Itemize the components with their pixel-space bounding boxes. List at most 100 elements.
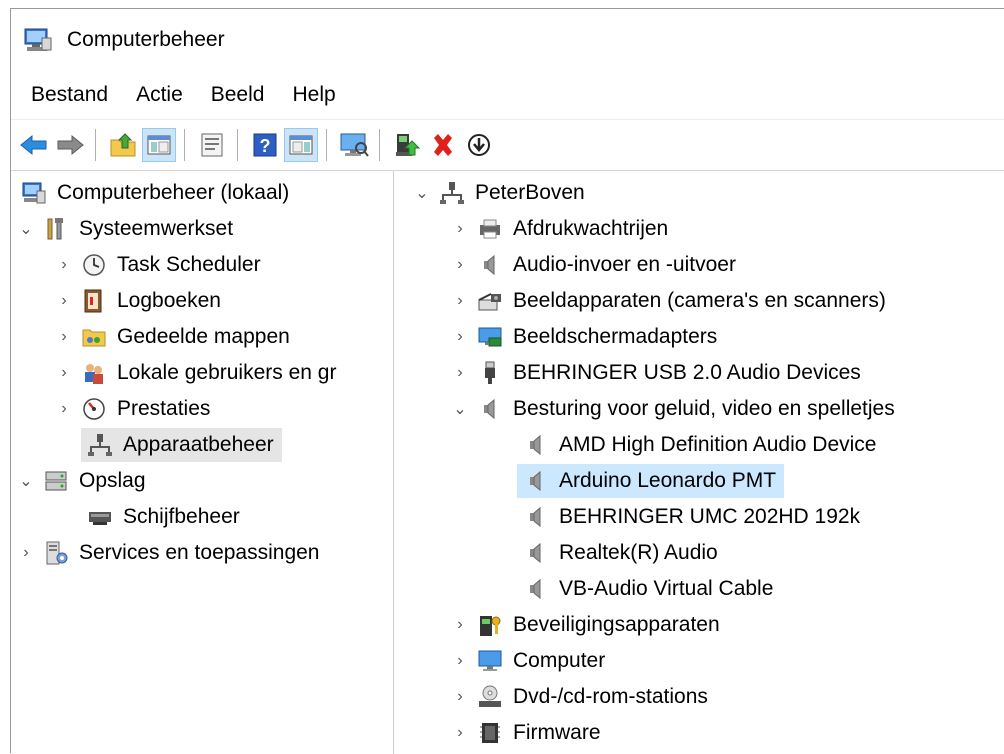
tree-item-label: PeterBoven xyxy=(475,181,585,204)
tree-item-label: Prestaties xyxy=(117,397,211,420)
tree-item-label: Lokale gebruikers en gr xyxy=(117,361,337,384)
toolbar-separator xyxy=(237,129,238,161)
computer-management-icon xyxy=(22,182,46,204)
chevron-right-icon[interactable]: › xyxy=(451,724,469,742)
tree-item-label: Besturing voor geluid, video en spelletj… xyxy=(513,397,895,420)
tree-item-label: Task Scheduler xyxy=(117,253,261,276)
device-category-afdrukwachtrijen[interactable]: › Afdrukwachtrijen xyxy=(451,212,672,246)
selection-highlight: Apparaatbeheer xyxy=(81,428,282,462)
tree-item-schijfbeheer[interactable]: Schijfbeheer xyxy=(81,500,244,534)
uninstall-button[interactable] xyxy=(426,128,460,162)
help-button[interactable]: ? xyxy=(248,128,282,162)
up-folder-button[interactable] xyxy=(106,128,140,162)
chevron-right-icon[interactable]: › xyxy=(451,328,469,346)
tree-item-label: Arduino Leonardo PMT xyxy=(559,469,777,492)
tree-item-services-en-toepassingen[interactable]: › Services en toepassingen xyxy=(17,536,324,570)
chevron-right-icon[interactable]: › xyxy=(17,544,35,562)
speaker-icon xyxy=(530,506,541,528)
tree-item-task-scheduler[interactable]: › Task Scheduler xyxy=(55,248,265,282)
app-window: Computerbeheer Bestand Actie Beeld Help … xyxy=(10,8,1004,754)
properties-button[interactable] xyxy=(195,128,229,162)
device-tree: ⌄ PeterBoven › Afdrukwachtrijen › Audio-… xyxy=(399,171,1004,754)
chevron-right-icon[interactable]: › xyxy=(451,688,469,706)
tree-item-label: Gedeelde mappen xyxy=(117,325,290,348)
device-arduino-leonardo-pmt[interactable]: Arduino Leonardo PMT xyxy=(517,464,785,498)
toolbar-separator xyxy=(184,129,185,161)
menu-beeld[interactable]: Beeld xyxy=(201,83,275,107)
device-category-dvd-cd-rom[interactable]: › Dvd-/cd-rom-stations xyxy=(451,680,712,714)
device-behringer-umc[interactable]: BEHRINGER UMC 202HD 192k xyxy=(517,500,864,534)
chevron-right-icon[interactable]: › xyxy=(451,256,469,274)
computer-management-icon xyxy=(24,28,52,51)
chevron-right-icon[interactable]: › xyxy=(451,616,469,634)
update-driver-button[interactable] xyxy=(390,128,424,162)
show-hide-console-tree-button[interactable] xyxy=(142,128,176,162)
device-category-audio[interactable]: › Audio-invoer en -uitvoer xyxy=(451,248,740,282)
tree-item-apparaatbeheer[interactable]: Apparaatbeheer xyxy=(81,428,282,462)
chevron-right-icon[interactable]: › xyxy=(451,652,469,670)
chevron-right-icon[interactable]: › xyxy=(451,364,469,382)
help-icon: ? xyxy=(253,133,277,157)
tree-item-label: Dvd-/cd-rom-stations xyxy=(513,685,708,708)
chevron-down-icon[interactable]: ⌄ xyxy=(17,220,35,238)
chevron-right-icon[interactable]: › xyxy=(55,292,73,310)
tree-item-label: VB-Audio Virtual Cable xyxy=(559,577,774,600)
up-folder-icon xyxy=(110,133,136,157)
chevron-right-icon[interactable]: › xyxy=(55,400,73,418)
printer-icon xyxy=(480,219,500,239)
chevron-right-icon[interactable]: › xyxy=(55,256,73,274)
device-root-peterboven[interactable]: ⌄ PeterBoven xyxy=(413,176,589,210)
show-action-pane-icon xyxy=(289,135,313,155)
device-category-beeldschermadapters[interactable]: › Beeldschermadapters xyxy=(451,320,721,354)
menu-bestand[interactable]: Bestand xyxy=(21,83,118,107)
tree-item-prestaties[interactable]: › Prestaties xyxy=(55,392,214,426)
tree-item-opslag[interactable]: ⌄ Opslag xyxy=(17,464,150,498)
tools-icon xyxy=(47,218,63,240)
chevron-down-icon[interactable]: ⌄ xyxy=(413,184,431,202)
disable-device-button[interactable] xyxy=(462,128,496,162)
event-log-icon xyxy=(84,289,102,313)
chevron-down-icon[interactable]: ⌄ xyxy=(451,400,469,418)
tree-item-label: AMD High Definition Audio Device xyxy=(559,433,877,456)
scan-hardware-button[interactable] xyxy=(337,128,371,162)
tree-item-computerbeheer-lokaal[interactable]: Computerbeheer (lokaal) xyxy=(17,176,293,210)
chevron-right-icon[interactable]: › xyxy=(55,364,73,382)
tree-item-logboeken[interactable]: › Logboeken xyxy=(55,284,225,318)
device-category-besturing-geluid[interactable]: ⌄ Besturing voor geluid, video en spelle… xyxy=(451,392,899,426)
tree-item-label: Beveiligingsapparaten xyxy=(513,613,720,636)
show-action-pane-button[interactable] xyxy=(284,128,318,162)
chevron-right-icon[interactable]: › xyxy=(451,220,469,238)
tree-item-lokale-gebruikers[interactable]: › Lokale gebruikers en gr xyxy=(55,356,340,390)
performance-icon xyxy=(83,398,105,420)
properties-icon xyxy=(201,133,223,157)
toolbar-separator xyxy=(379,129,380,161)
network-computer-icon xyxy=(440,182,464,204)
chevron-right-icon[interactable]: › xyxy=(451,292,469,310)
tree-item-label: Apparaatbeheer xyxy=(123,433,274,456)
device-realtek-audio[interactable]: Realtek(R) Audio xyxy=(517,536,722,570)
device-category-beeldapparaten[interactable]: › Beeldapparaten (camera's en scanners) xyxy=(451,284,890,318)
menu-bar: Bestand Actie Beeld Help xyxy=(11,77,346,113)
device-category-beveiligingsapparaten[interactable]: › Beveiligingsapparaten xyxy=(451,608,724,642)
device-amd-hd-audio[interactable]: AMD High Definition Audio Device xyxy=(517,428,880,462)
forward-button[interactable] xyxy=(53,128,87,162)
menu-actie[interactable]: Actie xyxy=(126,83,193,107)
tree-item-label: Opslag xyxy=(79,469,146,492)
tree-item-systeemwerkset[interactable]: ⌄ Systeemwerkset xyxy=(17,212,237,246)
menu-help[interactable]: Help xyxy=(282,83,345,107)
svg-text:?: ? xyxy=(260,136,271,156)
device-vb-audio-cable[interactable]: VB-Audio Virtual Cable xyxy=(517,572,777,606)
chevron-right-icon[interactable]: › xyxy=(55,328,73,346)
tree-item-label: Beeldschermadapters xyxy=(513,325,718,348)
firmware-icon xyxy=(480,723,500,743)
device-category-behringer-usb[interactable]: › BEHRINGER USB 2.0 Audio Devices xyxy=(451,356,865,390)
device-category-firmware[interactable]: › Firmware xyxy=(451,716,605,750)
tree-item-gedeelde-mappen[interactable]: › Gedeelde mappen xyxy=(55,320,294,354)
back-button[interactable] xyxy=(17,128,51,162)
tree-item-label: Computer xyxy=(513,649,606,672)
device-category-computer[interactable]: › Computer xyxy=(451,644,609,678)
chevron-down-icon[interactable]: ⌄ xyxy=(17,472,35,490)
speaker-icon xyxy=(484,254,495,276)
uninstall-icon xyxy=(434,134,452,156)
window-title: Computerbeheer xyxy=(67,28,225,51)
